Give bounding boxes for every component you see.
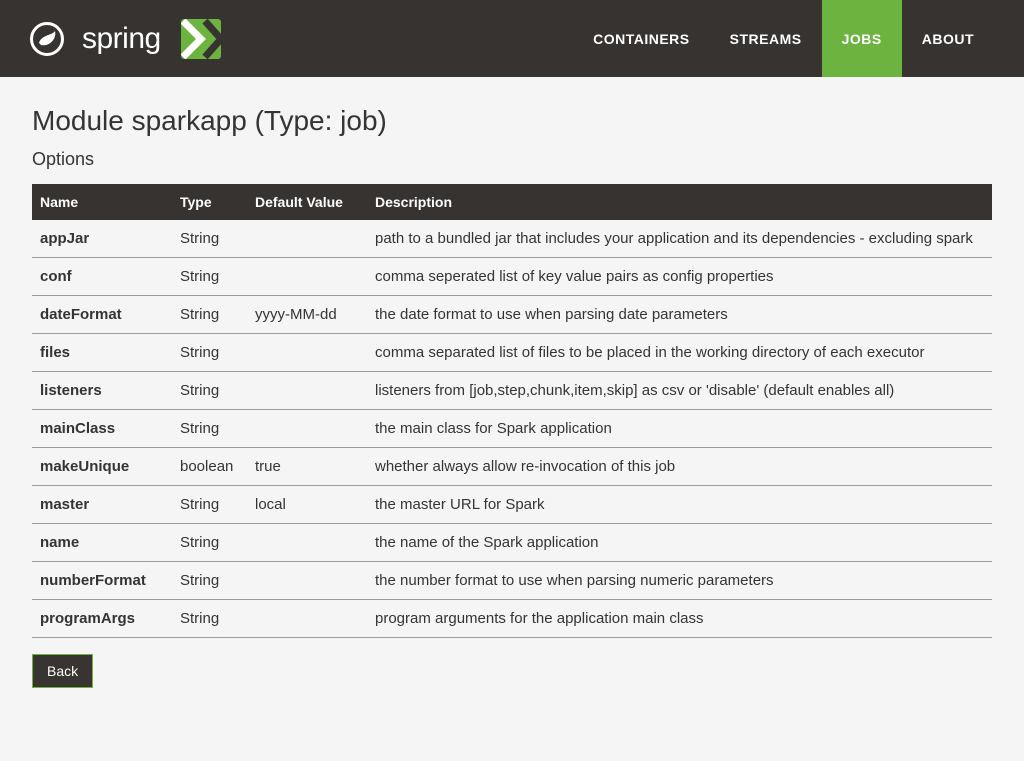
table-row: listenersString listeners from [job,step,… [32,372,992,410]
option-name: numberFormat [32,562,172,600]
brand: spring [30,19,221,59]
option-description: comma seperated list of key value pairs … [367,258,992,296]
table-row: nameString the name of the Spark applicat… [32,524,992,562]
option-type: String [172,486,247,524]
option-default [247,258,367,296]
option-name: name [32,524,172,562]
option-type: String [172,296,247,334]
option-type: String [172,410,247,448]
col-header-name: Name [32,184,172,220]
option-name: appJar [32,220,172,258]
page-title: Module sparkapp (Type: job) [32,105,992,137]
option-default [247,524,367,562]
main-nav: CONTAINERSSTREAMSJOBSABOUT [573,0,994,77]
option-name: mainClass [32,410,172,448]
table-row: mainClassString the main class for Spark … [32,410,992,448]
option-type: String [172,372,247,410]
option-default [247,562,367,600]
option-description: the number format to use when parsing nu… [367,562,992,600]
main-content: Module sparkapp (Type: job) Options Name… [0,77,1024,720]
table-row: makeUniquebooleantruewhether always allo… [32,448,992,486]
spring-logo-icon [30,22,64,56]
option-name: master [32,486,172,524]
table-row: dateFormatStringyyyy-MM-ddthe date forma… [32,296,992,334]
option-type: String [172,258,247,296]
table-row: masterStringlocalthe master URL for Spar… [32,486,992,524]
option-type: boolean [172,448,247,486]
option-default: yyyy-MM-dd [247,296,367,334]
option-type: String [172,334,247,372]
option-description: listeners from [job,step,chunk,item,skip… [367,372,992,410]
xd-logo-icon [181,19,221,59]
option-default: true [247,448,367,486]
nav-item-containers[interactable]: CONTAINERS [573,0,710,77]
nav-item-streams[interactable]: STREAMS [710,0,822,77]
option-description: comma separated list of files to be plac… [367,334,992,372]
table-row: programArgsString program arguments for t… [32,600,992,638]
options-table: Name Type Default Value Description appJ… [32,184,992,638]
col-header-description: Description [367,184,992,220]
option-description: whether always allow re-invocation of th… [367,448,992,486]
back-button[interactable]: Back [32,654,93,688]
option-type: String [172,220,247,258]
option-default [247,334,367,372]
option-name: conf [32,258,172,296]
table-row: filesString comma separated list of files… [32,334,992,372]
section-title: Options [32,149,992,170]
option-type: String [172,600,247,638]
table-row: confString comma seperated list of key va… [32,258,992,296]
option-description: the date format to use when parsing date… [367,296,992,334]
option-type: String [172,562,247,600]
option-name: makeUnique [32,448,172,486]
nav-item-jobs[interactable]: JOBS [822,0,902,77]
option-description: path to a bundled jar that includes your… [367,220,992,258]
option-name: dateFormat [32,296,172,334]
brand-text: spring [82,22,161,56]
table-header-row: Name Type Default Value Description [32,184,992,220]
option-default [247,220,367,258]
option-default [247,600,367,638]
option-name: programArgs [32,600,172,638]
option-description: the master URL for Spark [367,486,992,524]
option-name: files [32,334,172,372]
option-default [247,410,367,448]
col-header-default: Default Value [247,184,367,220]
option-description: the main class for Spark application [367,410,992,448]
option-default [247,372,367,410]
option-type: String [172,524,247,562]
option-name: listeners [32,372,172,410]
table-row: appJarString path to a bundled jar that i… [32,220,992,258]
topbar: spring CONTAINERSSTREAMSJOBSABOUT [0,0,1024,77]
option-default: local [247,486,367,524]
option-description: program arguments for the application ma… [367,600,992,638]
col-header-type: Type [172,184,247,220]
option-description: the name of the Spark application [367,524,992,562]
nav-item-about[interactable]: ABOUT [902,0,994,77]
table-row: numberFormatString the number format to u… [32,562,992,600]
